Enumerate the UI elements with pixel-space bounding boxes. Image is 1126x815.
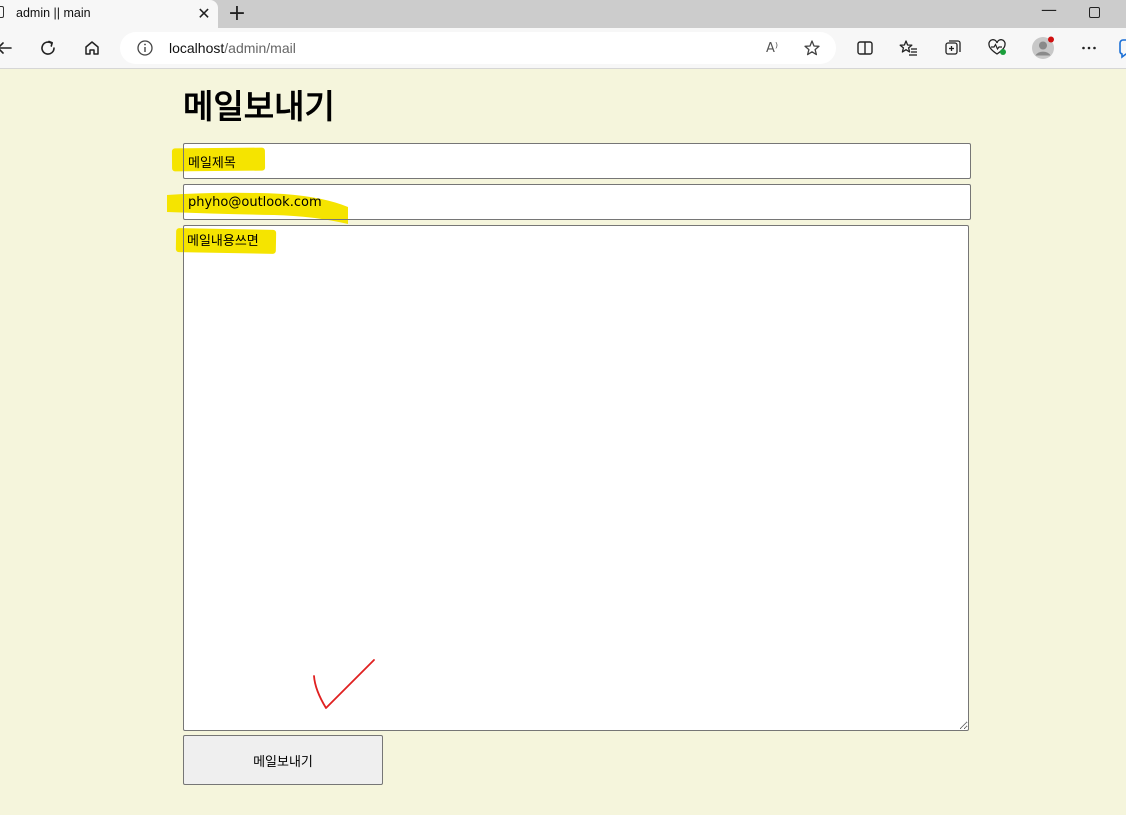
profile-avatar-icon[interactable] bbox=[1031, 36, 1055, 60]
browser-toolbar: localhost/admin/mail A⁾ bbox=[0, 28, 1126, 69]
url-path: /admin/mail bbox=[224, 40, 296, 56]
tab-admin-main[interactable]: admin || main ✕ bbox=[0, 0, 218, 28]
url-host: localhost bbox=[169, 40, 225, 56]
url-text[interactable]: localhost/admin/mail bbox=[169, 40, 296, 56]
send-mail-button[interactable]: 메일보내기 bbox=[183, 735, 383, 785]
refresh-icon[interactable] bbox=[36, 36, 60, 60]
browser-essentials-icon[interactable] bbox=[985, 36, 1009, 60]
site-info-icon[interactable] bbox=[136, 39, 154, 57]
mail-recipient-input[interactable] bbox=[183, 184, 971, 220]
home-icon[interactable] bbox=[80, 36, 104, 60]
minimize-window-button[interactable]: — bbox=[1038, 2, 1060, 23]
favorite-star-icon[interactable] bbox=[802, 38, 822, 58]
new-tab-button[interactable]: + bbox=[226, 3, 248, 25]
read-aloud-icon[interactable]: A⁾ bbox=[762, 38, 782, 58]
maximize-icon bbox=[1088, 7, 1100, 18]
maximize-window-button[interactable] bbox=[1083, 3, 1105, 23]
copilot-icon[interactable] bbox=[1116, 36, 1126, 60]
tab-strip: admin || main ✕ + — bbox=[0, 0, 1126, 28]
collections-icon[interactable] bbox=[941, 36, 965, 60]
split-screen-icon[interactable] bbox=[853, 36, 877, 60]
address-bar[interactable]: localhost/admin/mail A⁾ bbox=[120, 32, 836, 64]
page-favicon-icon bbox=[0, 6, 4, 18]
favorites-icon[interactable] bbox=[897, 36, 921, 60]
tab-title: admin || main bbox=[16, 6, 91, 20]
mail-body-textarea[interactable]: 메일내용쓰면 bbox=[183, 225, 969, 731]
more-options-icon[interactable] bbox=[1077, 36, 1101, 60]
mail-subject-input[interactable] bbox=[183, 143, 971, 179]
back-icon[interactable] bbox=[0, 36, 16, 60]
check-annotation-icon bbox=[313, 659, 375, 709]
page-title: 메일보내기 bbox=[183, 87, 335, 126]
close-tab-icon[interactable]: ✕ bbox=[194, 4, 214, 24]
